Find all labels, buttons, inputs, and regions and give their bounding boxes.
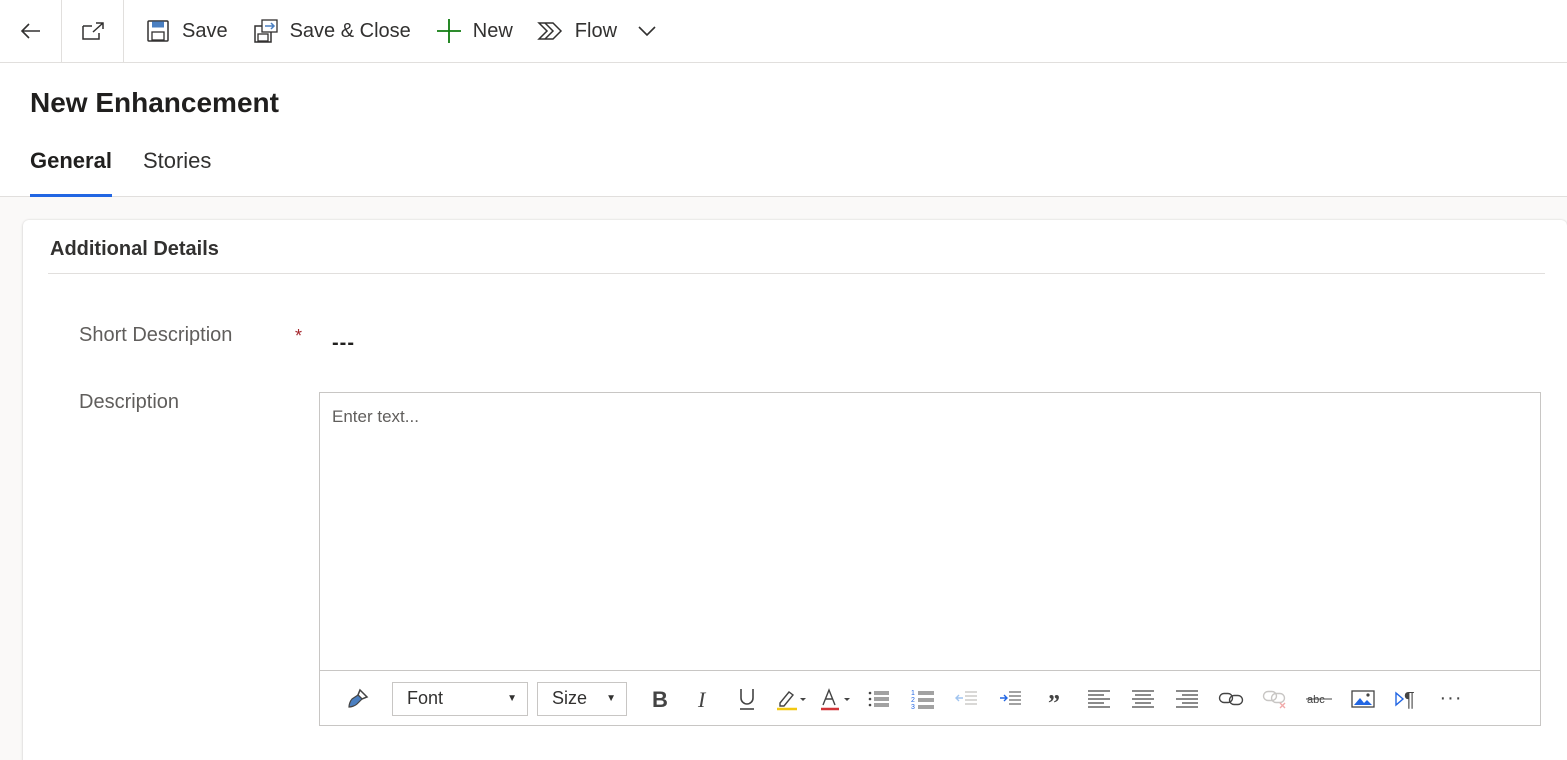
image-icon — [1351, 689, 1375, 708]
size-select-label: Size — [552, 688, 588, 708]
indent-icon — [1000, 691, 1021, 704]
back-button[interactable] — [0, 0, 62, 62]
flow-label: Flow — [574, 19, 618, 42]
increase-indent-button[interactable] — [989, 681, 1033, 717]
page-title: New Enhancement — [30, 87, 279, 118]
section-divider — [48, 273, 1545, 274]
bullet-list-icon — [868, 691, 889, 706]
link-icon — [1218, 692, 1244, 705]
font-color-icon — [821, 687, 850, 710]
chevron-down-icon — [638, 26, 656, 37]
align-right-icon — [1176, 689, 1198, 708]
flow-button[interactable]: Flow — [525, 0, 629, 62]
svg-text:B: B — [652, 688, 668, 710]
bold-icon: B — [652, 688, 668, 710]
underline-icon — [740, 688, 754, 710]
svg-text:abc: abc — [1307, 694, 1325, 706]
underline-button[interactable] — [725, 681, 769, 717]
italic-icon: I — [697, 688, 707, 710]
editor-toolbar: Font ▼ Size ▼ B I 1 2 3 ” abc ¶ ··· — [320, 671, 1540, 726]
save-icon — [144, 17, 172, 45]
highlight-color-button[interactable] — [769, 681, 813, 717]
flow-dropdown-button[interactable] — [629, 0, 667, 62]
numbered-list-icon: 123 — [911, 690, 934, 710]
insert-image-button[interactable] — [1341, 681, 1385, 717]
section-title: Additional Details — [50, 238, 219, 260]
bold-button[interactable]: B — [637, 681, 681, 717]
description-label: Description — [79, 391, 180, 413]
save-close-label: Save & Close — [289, 19, 411, 42]
remove-link-button[interactable] — [1253, 681, 1297, 717]
additional-details-section: Additional Details Short Description * -… — [23, 220, 1567, 760]
open-in-new-window-button[interactable] — [62, 0, 124, 62]
decrease-indent-button[interactable] — [945, 681, 989, 717]
numbered-list-button[interactable]: 123 — [901, 681, 945, 717]
plus-icon — [435, 17, 463, 45]
block-quote-button[interactable]: ” — [1033, 681, 1077, 717]
save-button[interactable]: Save — [132, 0, 240, 62]
outdent-icon — [955, 691, 977, 704]
short-description-label: Short Description — [79, 324, 233, 346]
font-select[interactable]: Font ▼ — [392, 681, 528, 716]
svg-text:¶: ¶ — [1404, 689, 1415, 710]
highlighter-icon — [777, 690, 806, 710]
paint-brush-icon — [348, 688, 369, 708]
tab-stories[interactable]: Stories — [143, 147, 211, 197]
tab-general[interactable]: General — [30, 147, 112, 197]
command-bar: Save Save & Close New Flow — [0, 0, 1567, 63]
save-and-close-button[interactable]: Save & Close — [240, 0, 423, 62]
back-arrow-icon — [20, 23, 40, 39]
svg-text:”: ” — [1048, 691, 1060, 709]
text-direction-button[interactable]: ¶ — [1385, 681, 1429, 717]
svg-text:3: 3 — [911, 704, 915, 710]
unlink-icon — [1262, 690, 1286, 708]
quote-icon: ” — [1048, 691, 1060, 709]
align-left-icon — [1088, 689, 1110, 708]
bulleted-list-button[interactable] — [857, 681, 901, 717]
svg-text:2: 2 — [911, 697, 915, 704]
new-label: New — [472, 19, 513, 42]
pop-out-icon — [81, 22, 104, 40]
italic-button[interactable]: I — [681, 681, 725, 717]
required-marker: * — [295, 326, 303, 346]
svg-text:I: I — [697, 688, 707, 710]
svg-text:1: 1 — [911, 690, 915, 697]
new-button[interactable]: New — [423, 0, 525, 62]
align-center-button[interactable] — [1121, 681, 1165, 717]
caret-down-icon: ▼ — [606, 693, 616, 704]
font-color-button[interactable] — [813, 681, 857, 717]
format-painter-button[interactable] — [336, 681, 380, 717]
description-text-area[interactable]: Enter text... — [320, 393, 1540, 671]
flow-icon — [536, 17, 565, 45]
caret-down-icon: ▼ — [507, 693, 517, 704]
more-options-button[interactable]: ··· — [1429, 681, 1473, 717]
form-tabs: General Stories — [30, 147, 242, 197]
more-icon: ··· — [1439, 687, 1463, 709]
save-label: Save — [182, 19, 228, 42]
align-left-button[interactable] — [1077, 681, 1121, 717]
paragraph-direction-icon: ¶ — [1395, 689, 1415, 710]
strikethrough-icon: abc — [1306, 694, 1332, 706]
font-select-label: Font — [407, 688, 444, 708]
size-select[interactable]: Size ▼ — [537, 681, 627, 716]
align-right-button[interactable] — [1165, 681, 1209, 717]
save-close-icon — [252, 17, 280, 45]
strikethrough-button[interactable]: abc — [1297, 681, 1341, 717]
insert-link-button[interactable] — [1209, 681, 1253, 717]
short-description-field[interactable]: --- — [332, 332, 355, 355]
form-header: New Enhancement General Stories — [0, 63, 1567, 197]
description-rich-text-editor: Enter text... Font ▼ Size ▼ B I 1 2 3 ” … — [319, 392, 1541, 726]
align-center-icon — [1132, 689, 1154, 708]
